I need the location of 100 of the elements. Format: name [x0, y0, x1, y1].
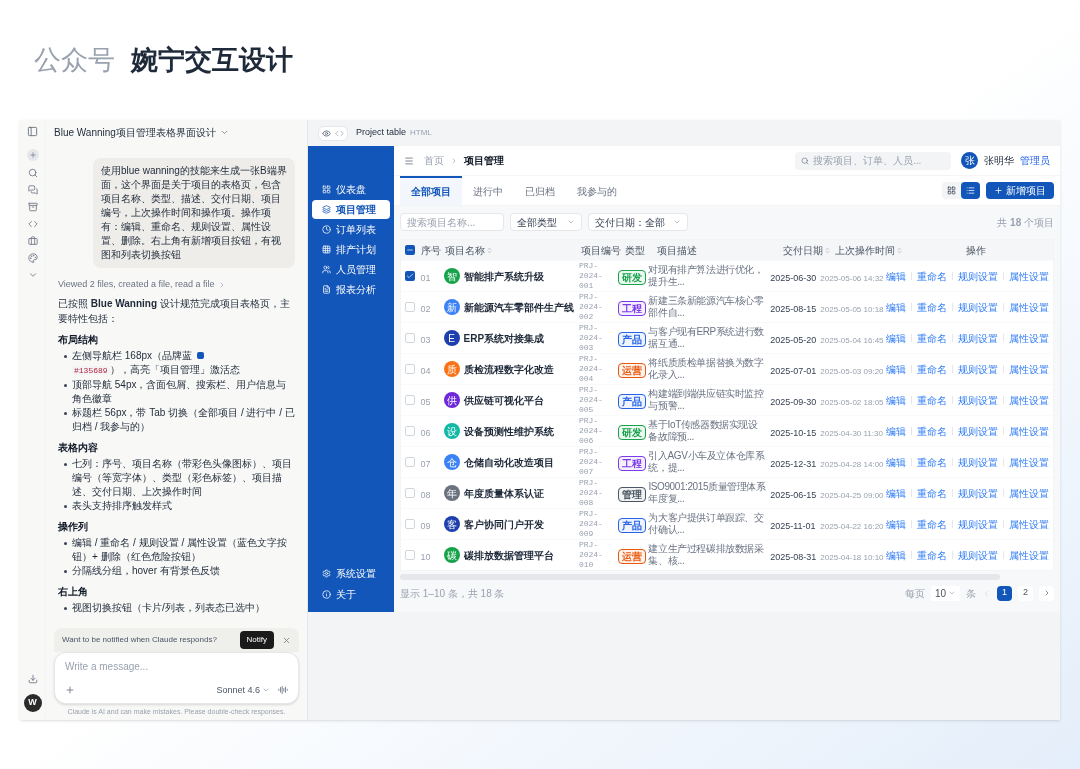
project-name[interactable]: 设备预测性维护系统: [463, 423, 554, 439]
nav-item[interactable]: 系统设置: [312, 564, 390, 583]
sort-icon[interactable]: [896, 246, 903, 254]
preview-icon[interactable]: [322, 128, 331, 138]
nav-item[interactable]: 关于: [312, 585, 390, 604]
nav-item[interactable]: 人员管理: [312, 260, 390, 279]
action-link[interactable]: 规则设置: [958, 330, 998, 346]
action-link[interactable]: 重命名: [917, 268, 947, 284]
voice-icon[interactable]: [278, 685, 288, 696]
project-name[interactable]: 碳排放数据管理平台: [463, 547, 554, 563]
page-button[interactable]: 1: [997, 585, 1012, 601]
action-link[interactable]: 属性设置: [1009, 454, 1049, 470]
checkbox[interactable]: [405, 364, 415, 374]
model-selector[interactable]: Sonnet 4.6: [216, 683, 260, 697]
action-link[interactable]: 编辑: [886, 299, 906, 315]
nav-item[interactable]: 仪表盘: [312, 180, 390, 199]
chat-title[interactable]: Blue Wanning项目管理表格界面设计: [54, 124, 216, 140]
action-link[interactable]: 编辑: [886, 547, 906, 563]
nav-item[interactable]: 报表分析: [312, 280, 390, 299]
project-name[interactable]: ERP系统对接集成: [463, 330, 545, 346]
action-link[interactable]: 编辑: [886, 361, 906, 377]
add-project-button[interactable]: 新增项目: [986, 182, 1054, 199]
activity-summary[interactable]: Viewed 2 files, created a file, read a file: [58, 278, 215, 292]
project-name[interactable]: 供应链可视化平台: [463, 392, 544, 408]
tab[interactable]: 已归档: [514, 176, 566, 205]
chevron-down-icon[interactable]: [27, 270, 38, 280]
tab[interactable]: 进行中: [462, 176, 514, 205]
action-link[interactable]: 编辑: [886, 423, 906, 439]
action-link[interactable]: 属性设置: [1009, 299, 1049, 315]
action-link[interactable]: 属性设置: [1009, 361, 1049, 377]
action-link[interactable]: 重命名: [917, 361, 947, 377]
action-link[interactable]: 规则设置: [958, 454, 998, 470]
checkbox[interactable]: [405, 457, 415, 467]
sort-icon[interactable]: [486, 246, 493, 254]
action-link[interactable]: 属性设置: [1009, 268, 1049, 284]
checkbox[interactable]: [405, 426, 415, 436]
action-link[interactable]: 重命名: [917, 516, 947, 532]
action-link[interactable]: 重命名: [917, 485, 947, 501]
nav-item[interactable]: 订单列表: [312, 220, 390, 239]
palette-icon[interactable]: [27, 253, 38, 263]
user-avatar[interactable]: W: [23, 694, 42, 712]
action-link[interactable]: 属性设置: [1009, 547, 1049, 563]
projects-icon[interactable]: [27, 202, 38, 212]
action-link[interactable]: 重命名: [917, 454, 947, 470]
list-view-button[interactable]: [961, 182, 980, 199]
sidebar-toggle-icon[interactable]: [27, 126, 38, 137]
action-link[interactable]: 属性设置: [1009, 485, 1049, 501]
action-link[interactable]: 编辑: [886, 392, 906, 408]
user-avatar[interactable]: 张: [961, 152, 978, 169]
type-select[interactable]: 全部类型: [510, 213, 582, 231]
column-header[interactable]: 交付日期: [783, 242, 823, 258]
checkbox[interactable]: [405, 302, 415, 312]
global-search[interactable]: 搜索项目、订单、人员...: [795, 151, 951, 170]
tab[interactable]: 全部项目: [400, 176, 462, 205]
download-icon[interactable]: [27, 674, 38, 684]
date-select[interactable]: 交付日期：全部: [588, 213, 688, 231]
action-link[interactable]: 编辑: [886, 268, 906, 284]
column-header[interactable]: 上次操作时间: [835, 242, 895, 258]
chats-icon[interactable]: [27, 185, 38, 195]
action-link[interactable]: 属性设置: [1009, 423, 1049, 439]
checkbox[interactable]: [405, 245, 415, 255]
action-link[interactable]: 重命名: [917, 423, 947, 439]
attach-icon[interactable]: [65, 685, 75, 696]
breadcrumb-item[interactable]: 首页: [424, 153, 444, 168]
column-header[interactable]: 项目名称: [445, 242, 485, 258]
action-link[interactable]: 编辑: [886, 485, 906, 501]
checkbox[interactable]: [405, 271, 415, 281]
new-chat-icon[interactable]: [26, 149, 39, 161]
code-icon[interactable]: [335, 128, 344, 138]
action-link[interactable]: 规则设置: [958, 392, 998, 408]
tab[interactable]: 我参与的: [566, 176, 628, 205]
next-page-button[interactable]: [1039, 585, 1054, 601]
briefcase-icon[interactable]: [27, 236, 38, 246]
action-link[interactable]: 规则设置: [958, 516, 998, 532]
page-button[interactable]: 2: [1018, 585, 1033, 601]
project-name[interactable]: 客户协同门户开发: [463, 516, 544, 532]
nav-item[interactable]: 排产计划: [312, 240, 390, 259]
checkbox[interactable]: [405, 488, 415, 498]
sort-icon[interactable]: [824, 246, 831, 254]
checkbox[interactable]: [405, 550, 415, 560]
action-link[interactable]: 重命名: [917, 299, 947, 315]
action-link[interactable]: 属性设置: [1009, 330, 1049, 346]
action-link[interactable]: 重命名: [917, 330, 947, 346]
project-name[interactable]: 智能排产系统升级: [463, 268, 544, 284]
checkbox[interactable]: [405, 395, 415, 405]
action-link[interactable]: 属性设置: [1009, 516, 1049, 532]
page-size-select[interactable]: 10: [930, 585, 960, 601]
action-link[interactable]: 规则设置: [958, 485, 998, 501]
notify-button[interactable]: Notify: [239, 631, 274, 649]
project-name[interactable]: 年度质量体系认证: [463, 485, 544, 501]
action-link[interactable]: 规则设置: [958, 268, 998, 284]
project-name[interactable]: 仓储自动化改造项目: [463, 454, 554, 470]
project-search-field[interactable]: 搜索项目名称...: [400, 213, 504, 231]
action-link[interactable]: 规则设置: [958, 547, 998, 563]
checkbox[interactable]: [405, 519, 415, 529]
project-name[interactable]: 质检流程数字化改造: [463, 361, 554, 377]
search-icon[interactable]: [27, 168, 38, 178]
menu-icon[interactable]: [404, 155, 414, 166]
action-link[interactable]: 编辑: [886, 454, 906, 470]
close-icon[interactable]: [282, 635, 291, 645]
